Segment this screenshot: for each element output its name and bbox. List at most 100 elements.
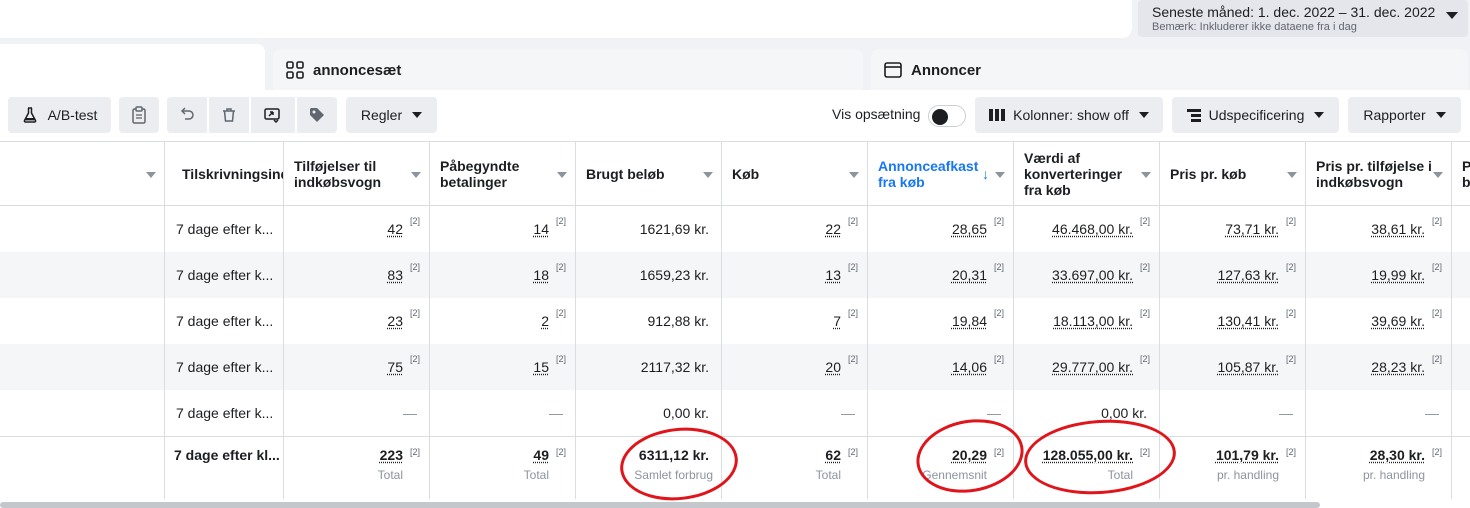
breakdown-icon <box>1186 108 1201 122</box>
name-cell[interactable] <box>0 252 165 298</box>
name-cell[interactable] <box>0 206 165 252</box>
column-header-spent[interactable]: Brugt beløb <box>576 142 722 206</box>
table-row[interactable]: 7 dage efter k... 75 [2] 15 [2] 2117,32 kr. 20… <box>0 344 1470 390</box>
column-header-cost-per-purchase[interactable]: Pris pr. køb <box>1160 142 1306 206</box>
reference-marker: [2] <box>993 308 1004 318</box>
table-row[interactable]: 7 dage efter k... — —0,00 kr. — —0,00 kr. — — <box>0 390 1470 436</box>
cost-per-purchase-cell[interactable]: 73,71 kr. [2] <box>1160 206 1306 252</box>
export-button[interactable] <box>251 97 295 133</box>
cost-per-atc-cell[interactable]: 28,23 kr. [2] <box>1306 344 1452 390</box>
column-header-conversion-value[interactable]: Værdi af konverteringer fra køb <box>1014 142 1160 206</box>
ab-test-button[interactable]: A/B-test <box>8 97 111 133</box>
clipboard-icon <box>131 106 147 124</box>
total-purchases-cell[interactable]: 62 [2] Total <box>722 437 868 499</box>
purchases-cell[interactable]: 7 [2] <box>722 298 868 344</box>
tab-ads[interactable]: Annoncer <box>871 49 1468 91</box>
total-value: 62 <box>825 447 841 463</box>
reports-dropdown[interactable]: Rapporter <box>1348 97 1461 133</box>
rules-dropdown[interactable]: Regler <box>346 97 437 133</box>
column-header-cost-per-add-to-cart[interactable]: Pris pr. tilføjelse i indkøbsvogn <box>1306 142 1452 206</box>
total-roas-cell[interactable]: 20,29 [2] Gennemsnit <box>868 437 1014 499</box>
conv-value-cell[interactable]: 46.468,00 kr. [2] <box>1014 206 1160 252</box>
next-cell <box>1452 206 1470 252</box>
total-value: 101,79 kr. <box>1215 447 1279 463</box>
roas-cell[interactable]: 14,06 [2] <box>868 344 1014 390</box>
share-arrow-icon <box>264 107 282 123</box>
total-cost-per-purchase-cell[interactable]: 101,79 kr. [2] pr. handling <box>1160 437 1306 499</box>
cost-per-atc-cell[interactable]: 38,61 kr. [2] <box>1306 206 1452 252</box>
conv-value-cell[interactable]: 29.777,00 kr. [2] <box>1014 344 1160 390</box>
column-header-label: Værdi af konverteringer fra køb <box>1024 149 1123 198</box>
tag-icon <box>309 107 325 123</box>
purchases-cell[interactable]: 13 [2] <box>722 252 868 298</box>
date-range-picker[interactable]: Seneste måned: 1. dec. 2022 – 31. dec. 2… <box>1138 0 1468 37</box>
add-to-cart-cell[interactable]: 75 [2] <box>284 344 430 390</box>
cell-value: 28,23 kr. <box>1371 359 1425 375</box>
cell-value: 39,69 kr. <box>1371 313 1425 329</box>
conv-value-cell: 0,00 kr. <box>1014 390 1160 436</box>
column-header-add-to-cart[interactable]: Tilføjelser til indkøbsvogn <box>284 142 430 206</box>
duplicate-button[interactable] <box>119 97 159 133</box>
chevron-down-icon <box>1287 172 1297 178</box>
column-header-label: Pris pr. tilføjelse i indkøbsvogn <box>1316 157 1432 190</box>
roas-cell[interactable]: 20,31 [2] <box>868 252 1014 298</box>
columns-dropdown[interactable]: Kolonner: show off <box>975 97 1163 133</box>
checkouts-cell[interactable]: 14 [2] <box>430 206 576 252</box>
roas-cell[interactable]: 19,84 [2] <box>868 298 1014 344</box>
cost-per-purchase-cell[interactable]: 105,87 kr. [2] <box>1160 344 1306 390</box>
column-header-attribution[interactable]: Tilskrivningsindstilling <box>165 142 284 206</box>
checkouts-cell[interactable]: 18 [2] <box>430 252 576 298</box>
column-header-name[interactable] <box>0 142 165 206</box>
conv-value-cell[interactable]: 18.113,00 kr. [2] <box>1014 298 1160 344</box>
checkouts-cell[interactable]: 2 [2] <box>430 298 576 344</box>
total-add-to-cart-cell[interactable]: 223 [2] Total <box>284 437 430 499</box>
total-conversion-value-cell[interactable]: 128.055,00 kr. [2] Total <box>1014 437 1160 499</box>
column-header-purchases[interactable]: Køb <box>722 142 868 206</box>
table-row[interactable]: 7 dage efter k... 42 [2] 14 [2] 1621,69 kr. 22… <box>0 206 1470 252</box>
tag-button[interactable] <box>297 97 337 133</box>
undo-button[interactable] <box>167 97 207 133</box>
tab-adsets[interactable]: annoncesæt <box>273 49 863 91</box>
column-header-label: Tilskrivningsindstilling <box>182 165 283 182</box>
cost-per-atc-cell[interactable]: 19,99 kr. [2] <box>1306 252 1452 298</box>
horizontal-scrollbar[interactable] <box>0 502 1320 508</box>
roas-cell[interactable]: 28,65 [2] <box>868 206 1014 252</box>
table-total-row: 7 dage efter kl... 223 [2] Total 49 [2] … <box>0 436 1470 499</box>
name-cell[interactable] <box>0 390 165 436</box>
breakdown-dropdown[interactable]: Udspecificering <box>1172 97 1339 133</box>
flask-icon <box>22 107 38 123</box>
column-header-label: P b <box>1462 158 1470 190</box>
total-caption: Total <box>815 468 841 482</box>
reference-marker: [2] <box>1285 447 1296 457</box>
cell-value: 22 <box>825 221 841 237</box>
purchases-cell[interactable]: 20 [2] <box>722 344 868 390</box>
cost-per-purchase-cell[interactable]: 130,41 kr. [2] <box>1160 298 1306 344</box>
next-cell <box>1452 252 1470 298</box>
add-to-cart-cell[interactable]: 83 [2] <box>284 252 430 298</box>
name-cell[interactable] <box>0 344 165 390</box>
reference-marker: [2] <box>1431 216 1442 226</box>
delete-button[interactable] <box>209 97 249 133</box>
search-bar[interactable] <box>0 0 1132 38</box>
column-header-next[interactable]: P b <box>1452 142 1470 206</box>
cell-value: 28,65 <box>951 221 987 237</box>
cost-per-purchase-cell[interactable]: 127,63 kr. [2] <box>1160 252 1306 298</box>
next-cell <box>1452 390 1470 436</box>
table-row[interactable]: 7 dage efter k... 23 [2] 2 [2] 912,88 kr. 7 [2]… <box>0 298 1470 344</box>
name-cell[interactable] <box>0 298 165 344</box>
conv-value-cell[interactable]: 33.697,00 kr. [2] <box>1014 252 1160 298</box>
cost-per-atc-cell[interactable]: 39,69 kr. [2] <box>1306 298 1452 344</box>
add-to-cart-cell[interactable]: 23 [2] <box>284 298 430 344</box>
spent-cell: 0,00 kr. <box>576 390 722 436</box>
total-cost-per-add-to-cart-cell[interactable]: 28,30 kr. [2] pr. handling <box>1306 437 1452 499</box>
table-row[interactable]: 7 dage efter k... 83 [2] 18 [2] 1659,23 kr. 13… <box>0 252 1470 298</box>
show-setup-toggle[interactable] <box>928 105 966 127</box>
column-header-checkouts[interactable]: Påbegyndte betalinger <box>430 142 576 206</box>
column-header-roas[interactable]: Annonceafkast fra køb ↓ <box>868 142 1014 206</box>
attribution-cell: 7 dage efter k... <box>165 206 284 252</box>
checkouts-cell[interactable]: 15 [2] <box>430 344 576 390</box>
total-checkouts-cell[interactable]: 49 [2] Total <box>430 437 576 499</box>
purchases-cell[interactable]: 22 [2] <box>722 206 868 252</box>
add-to-cart-cell[interactable]: 42 [2] <box>284 206 430 252</box>
total-value: 128.055,00 kr. <box>1042 447 1133 463</box>
